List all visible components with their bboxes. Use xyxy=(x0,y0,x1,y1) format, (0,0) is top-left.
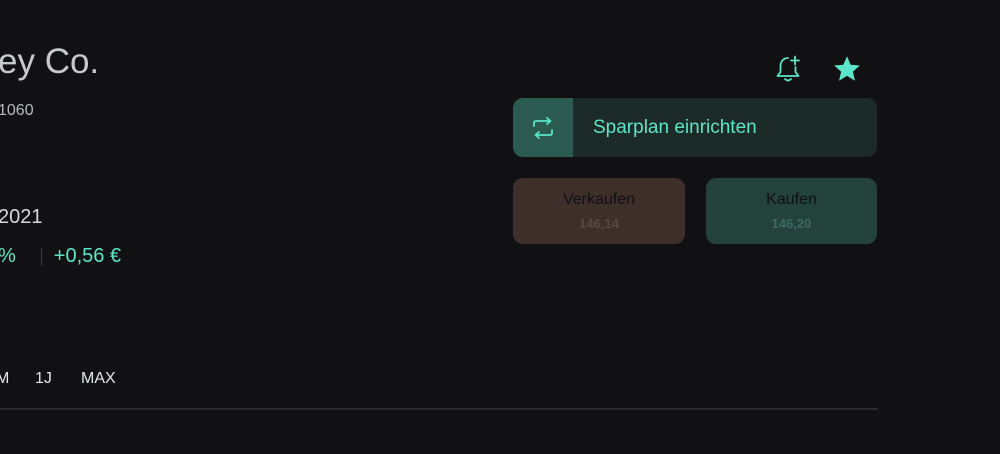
sell-label: Verkaufen xyxy=(562,191,636,208)
price-change: % +0,56 € xyxy=(0,245,121,268)
buy-price: 146,20 xyxy=(771,216,812,231)
change-separator xyxy=(40,247,42,266)
sell-price: 146,14 xyxy=(579,216,619,231)
savings-plan-button[interactable]: Sparplan einrichten xyxy=(513,98,877,157)
range-month[interactable]: M xyxy=(0,370,9,388)
stock-isin: 1060 xyxy=(0,102,34,119)
add-alert-button[interactable] xyxy=(771,52,805,86)
favorite-button[interactable] xyxy=(830,52,864,86)
repeat-icon xyxy=(533,116,553,139)
buy-label: Kaufen xyxy=(766,191,817,208)
star-icon xyxy=(834,56,860,81)
stock-detail-page: ey Co. 1060 2021 % +0,56 € M 1J MAX xyxy=(0,0,1000,454)
sell-button[interactable]: Verkaufen 146,14 xyxy=(513,178,685,244)
savings-plan-label: Sparplan einrichten xyxy=(593,117,757,138)
range-max[interactable]: MAX xyxy=(81,370,116,388)
savings-icon-box xyxy=(513,98,573,157)
bell-plus-icon xyxy=(776,55,800,82)
buy-button[interactable]: Kaufen 146,20 xyxy=(706,178,877,244)
chart-divider xyxy=(0,408,878,410)
change-percent: % xyxy=(0,245,16,268)
change-absolute: +0,56 € xyxy=(53,245,122,267)
stock-title: ey Co. xyxy=(0,42,100,81)
range-1-year[interactable]: 1J xyxy=(35,370,52,388)
price-date: 2021 xyxy=(0,206,43,228)
